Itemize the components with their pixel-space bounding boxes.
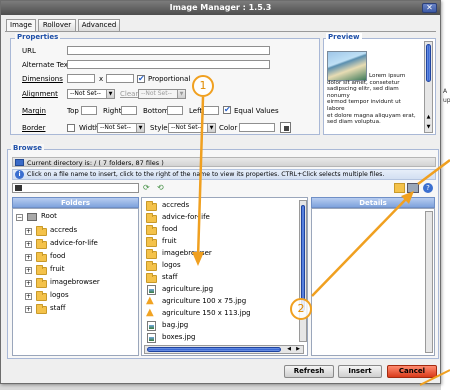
- annotation-arrow-line: [196, 96, 205, 259]
- annotation-overlay: [192, 96, 450, 386]
- annotation-arrow-line: [417, 159, 450, 185]
- annotation-arrow-line: [311, 195, 410, 297]
- annotation-arrow-line: [419, 369, 450, 386]
- annotation-badge-1: 1: [192, 75, 214, 97]
- annotation-arrowhead: [192, 252, 204, 266]
- annotation-badge-2: 2: [290, 298, 312, 320]
